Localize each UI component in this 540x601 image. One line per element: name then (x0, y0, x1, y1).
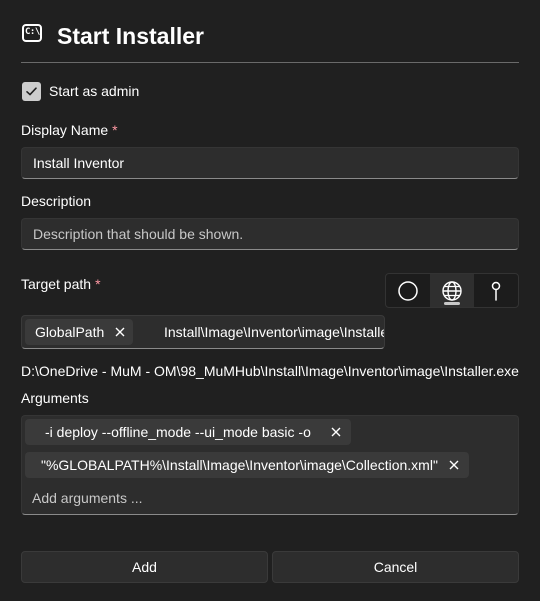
target-path-value: Install\Image\Inventor\image\Installer.e… (164, 324, 384, 340)
mode-button-circle[interactable] (386, 274, 430, 307)
target-path-field[interactable]: GlobalPath Install\Image\Inventor\image\… (21, 315, 385, 349)
mode-button-pin[interactable] (474, 274, 518, 307)
description-field[interactable]: Description that should be shown. (21, 218, 519, 250)
display-name-field[interactable]: Install Inventor (21, 147, 519, 179)
start-as-admin-checkbox[interactable] (22, 82, 41, 101)
close-icon (449, 460, 459, 470)
close-icon (331, 427, 341, 437)
required-marker: * (95, 276, 101, 292)
argument-token-label: "%GLOBALPATH%\Install\Image\Inventor\ima… (41, 457, 438, 473)
argument-token-label: -i deploy --offline_mode --ui_mode basic… (45, 424, 311, 440)
add-arguments-input[interactable]: Add arguments ... (32, 490, 143, 507)
globe-icon (442, 281, 462, 301)
argument-token[interactable]: -i deploy --offline_mode --ui_mode basic… (25, 419, 351, 445)
display-name-label-text: Display Name (21, 122, 109, 138)
close-icon (115, 327, 125, 337)
cancel-button[interactable]: Cancel (272, 551, 519, 583)
resolved-path: D:\OneDrive - MuM - OM\98_MuMHub\Install… (21, 363, 519, 379)
description-label: Description (21, 193, 92, 209)
remove-argument-button[interactable] (329, 419, 343, 445)
display-name-value: Install Inventor (33, 155, 125, 171)
header-divider (21, 62, 519, 63)
display-name-label: Display Name * (21, 122, 118, 139)
circle-icon (398, 281, 418, 301)
remove-argument-button[interactable] (447, 452, 461, 478)
target-path-label: Target path * (21, 276, 101, 293)
argument-token[interactable]: "%GLOBALPATH%\Install\Image\Inventor\ima… (25, 452, 469, 478)
add-button[interactable]: Add (21, 551, 268, 583)
arguments-field[interactable]: -i deploy --offline_mode --ui_mode basic… (21, 415, 519, 515)
token-label: GlobalPath (35, 324, 105, 340)
start-as-admin-label: Start as admin (49, 83, 140, 99)
target-path-label-text: Target path (21, 276, 92, 292)
arguments-label: Arguments (21, 390, 89, 406)
global-path-token[interactable]: GlobalPath (25, 319, 133, 345)
selected-indicator (444, 302, 460, 305)
description-placeholder: Description that should be shown. (33, 226, 244, 242)
command-prompt-icon-text: C:\ (25, 27, 40, 37)
remove-token-button[interactable] (113, 319, 127, 345)
command-prompt-icon: C:\ (22, 24, 42, 42)
checkmark-icon (26, 87, 37, 96)
page-title: Start Installer (57, 23, 204, 49)
pin-icon (491, 281, 501, 301)
target-path-mode-selector (385, 273, 519, 308)
required-marker: * (112, 122, 118, 138)
mode-button-globe[interactable] (430, 274, 474, 307)
